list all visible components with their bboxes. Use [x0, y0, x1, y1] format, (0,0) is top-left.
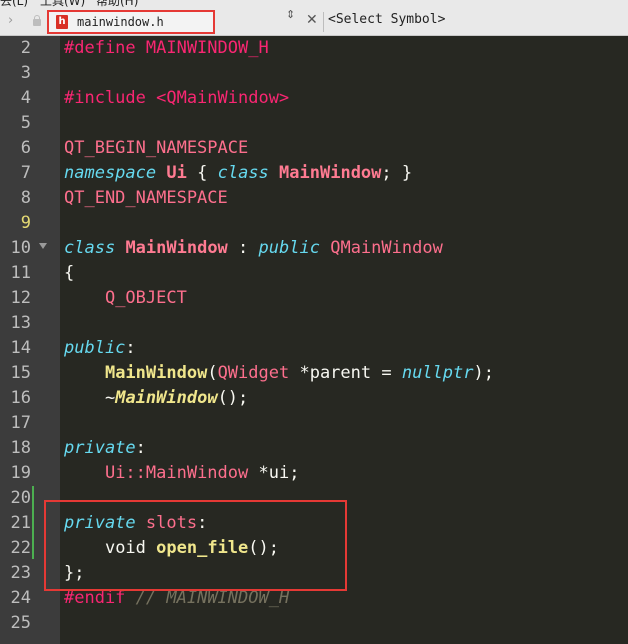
toolbar-divider	[323, 12, 324, 32]
line-number: 15	[10, 363, 31, 383]
token: {	[197, 163, 208, 183]
line-number: 5	[20, 113, 31, 133]
document-selector[interactable]: h mainwindow.h	[47, 10, 215, 34]
line-number: 17	[10, 413, 31, 433]
token: QMainWindow	[330, 238, 443, 258]
code-line-8: QT_END_NAMESPACE	[64, 186, 228, 211]
line-number: 16	[10, 388, 31, 408]
token: class	[64, 238, 116, 258]
token: MainWindow	[279, 163, 382, 183]
code-line-15: MainWindow(QWidget *parent = nullptr);	[64, 361, 494, 386]
change-marker	[32, 486, 34, 559]
token: (	[207, 363, 218, 383]
line-number: 4	[20, 88, 31, 108]
code-line-10: class MainWindow : public QMainWindow	[64, 236, 443, 261]
token: *ui;	[258, 463, 300, 483]
fold-arrow-icon[interactable]	[39, 243, 47, 249]
updown-arrows-icon[interactable]: ⇕	[286, 9, 295, 20]
token: {	[64, 263, 75, 283]
header-file-icon: h	[56, 15, 68, 29]
token: QT_BEGIN_NAMESPACE	[64, 138, 249, 158]
token: :	[238, 238, 249, 258]
line-number: 13	[10, 313, 31, 333]
menu-item-tools[interactable]: 工具(W)	[40, 0, 85, 8]
token: MainWindow	[125, 238, 228, 258]
line-number: 3	[20, 63, 31, 83]
code-line-14: public:	[64, 336, 136, 361]
code-line-16: ~MainWindow();	[64, 386, 248, 411]
line-number: 7	[20, 163, 31, 183]
token: #include <QMainWindow>	[64, 88, 290, 108]
token: Ui	[166, 163, 187, 183]
line-number: 12	[10, 288, 31, 308]
line-number: 25	[10, 613, 31, 633]
token: // MAINWINDOW_H	[135, 588, 290, 608]
token: ~	[104, 388, 116, 408]
line-number: 14	[10, 338, 31, 358]
line-number: 10	[10, 238, 31, 258]
token: QWidget	[217, 363, 290, 383]
token: Ui::MainWindow	[104, 463, 249, 483]
line-number: 6	[20, 138, 31, 158]
line-number-current: 9	[20, 213, 31, 233]
line-number: 22	[10, 538, 31, 558]
token: MainWindow	[115, 388, 218, 408]
token: #define MAINWINDOW_H	[64, 38, 269, 58]
line-number: 23	[10, 563, 31, 583]
token: public	[64, 338, 126, 358]
token: namespace	[64, 163, 157, 183]
navigate-forward-icon[interactable]: ›	[8, 13, 20, 29]
token: #endif	[64, 588, 126, 608]
code-line-19: Ui::MainWindow *ui;	[64, 461, 300, 486]
token: *parent =	[299, 363, 402, 383]
code-line-12: Q_OBJECT	[64, 286, 187, 311]
token: nullptr	[401, 363, 474, 383]
line-number: 8	[20, 188, 31, 208]
token: :	[135, 438, 146, 458]
line-number: 2	[20, 38, 31, 58]
token: );	[473, 363, 494, 383]
editor-toolbar: › h mainwindow.h ⇕ ✕ <Select Symbol>	[0, 8, 628, 36]
lock-icon[interactable]	[33, 15, 41, 26]
token: :	[125, 338, 136, 358]
line-number: 11	[10, 263, 31, 283]
code-line-4: #include <QMainWindow>	[64, 86, 289, 111]
line-number: 18	[10, 438, 31, 458]
token: private	[64, 438, 136, 458]
line-number: 24	[10, 588, 31, 608]
token: public	[258, 238, 320, 258]
code-line-7: namespace Ui { class MainWindow; }	[64, 161, 412, 186]
menu-item-help[interactable]: 帮助(H)	[96, 0, 138, 8]
token: Q_OBJECT	[104, 288, 187, 308]
symbol-selector[interactable]: <Select Symbol>	[328, 12, 445, 27]
menu-item-go[interactable]: 去(L)	[0, 0, 28, 8]
token: ();	[217, 388, 249, 408]
line-number: 21	[10, 513, 31, 533]
token: class	[217, 163, 269, 183]
line-number: 20	[10, 488, 31, 508]
code-line-2: #define MAINWINDOW_H	[64, 36, 269, 61]
close-document-icon[interactable]: ✕	[306, 12, 318, 28]
token: ; }	[381, 163, 413, 183]
token: MainWindow	[104, 363, 208, 383]
menu-bar: 去(L) 工具(W) 帮助(H)	[0, 0, 628, 8]
highlight-box	[44, 500, 347, 591]
code-line-18: private:	[64, 436, 146, 461]
file-name: mainwindow.h	[77, 15, 164, 29]
code-line-11: {	[64, 261, 74, 286]
token: QT_END_NAMESPACE	[64, 188, 228, 208]
code-line-6: QT_BEGIN_NAMESPACE	[64, 136, 248, 161]
line-number: 19	[10, 463, 31, 483]
